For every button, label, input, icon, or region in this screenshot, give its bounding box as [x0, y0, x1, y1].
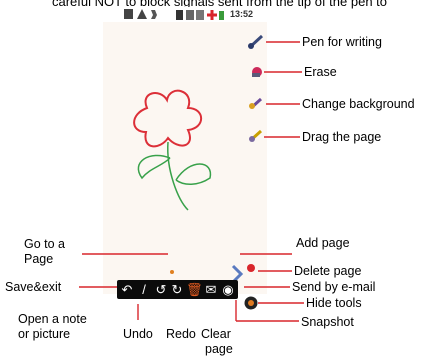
hide-tools-icon[interactable] [244, 296, 258, 310]
label-save-exit: Save&exit [5, 280, 62, 294]
label-snapshot: Snapshot [301, 315, 354, 329]
label-go-to-page-line2: Page [24, 252, 54, 266]
label-go-to-page-line1: Go to a [24, 237, 65, 251]
pen-icon[interactable] [248, 34, 264, 49]
redo-button[interactable]: ↻ [169, 280, 185, 299]
label-redo: Redo [166, 327, 196, 341]
label-pen: Pen for writing [302, 35, 382, 49]
label-change-background: Change background [302, 97, 415, 111]
undo-button[interactable]: ↺ [153, 280, 169, 299]
drag-icon[interactable] [249, 129, 263, 142]
bottom-toolbar: ↶ / ↺ ↻ 🗑 ✉ ◉ [117, 280, 238, 299]
go-to-page-marker [170, 270, 174, 274]
overlay [79, 34, 304, 322]
label-delete-page: Delete page [294, 264, 362, 278]
label-send-email: Send by e-mail [292, 280, 376, 294]
label-open-note-line1: Open a note [18, 312, 87, 326]
flower-drawing [133, 89, 203, 148]
stem-drawing [137, 141, 212, 211]
label-hide-tools: Hide tools [306, 296, 362, 310]
eraser-icon[interactable] [252, 67, 262, 77]
label-drag-page: Drag the page [302, 130, 382, 144]
label-clear-line1: Clear [201, 327, 231, 341]
open-note-button[interactable]: / [136, 280, 152, 299]
label-add-page: Add page [296, 236, 350, 250]
send-email-button[interactable]: ✉ [203, 280, 219, 299]
label-clear-line2: page [205, 342, 233, 356]
label-open-note-line2: or picture [18, 327, 71, 341]
snapshot-button[interactable]: ◉ [220, 280, 236, 299]
save-exit-button[interactable]: ↶ [119, 280, 135, 299]
label-erase: Erase [304, 65, 337, 79]
delete-page-icon[interactable] [247, 264, 255, 272]
label-undo: Undo [123, 327, 153, 341]
clear-page-button[interactable]: 🗑 [186, 280, 203, 299]
background-icon[interactable] [249, 97, 263, 110]
